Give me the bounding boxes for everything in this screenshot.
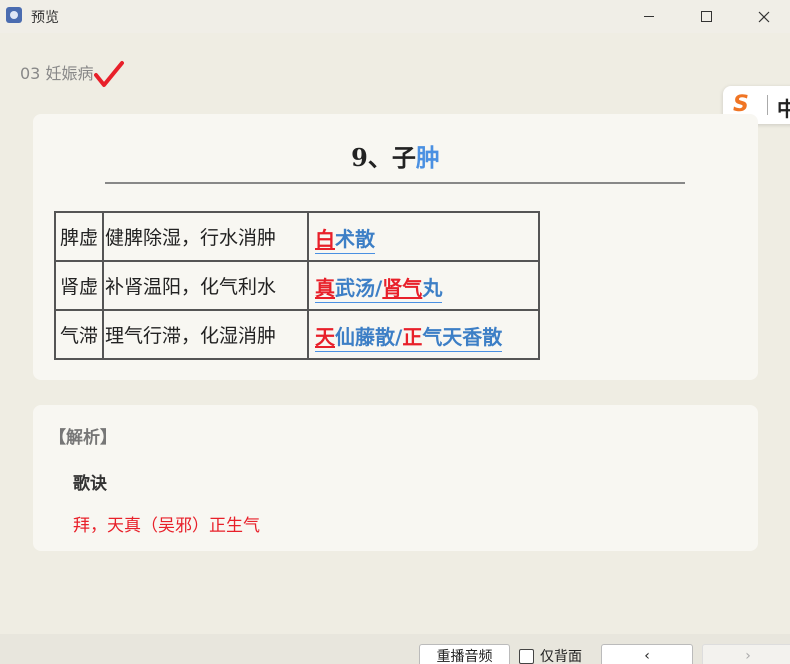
- app-icon: [6, 7, 22, 23]
- formula-segment: 丸: [422, 275, 443, 300]
- bottom-toolbar: 重播音频 仅背面 ‹ ›: [0, 634, 790, 664]
- formula-cell: 天仙藤散/正气天香散: [307, 309, 540, 360]
- chapter-label: 03 妊娠病: [20, 64, 94, 83]
- window-title: 预览: [31, 10, 59, 26]
- formula-text: 真武汤/肾气丸: [315, 272, 443, 303]
- close-button[interactable]: [741, 0, 787, 33]
- formula-segment: 武汤/: [335, 275, 383, 300]
- title-highlight: 肿: [415, 143, 440, 172]
- replay-audio-button[interactable]: 重播音频: [419, 644, 510, 664]
- syndrome-type-cell: 肾虚: [54, 260, 104, 311]
- treatment-method-cell: 补肾温阳，化气利水: [102, 260, 309, 311]
- syndrome-type-cell: 气滞: [54, 309, 104, 360]
- formula-segment: 白: [315, 226, 335, 251]
- card-title: 9、子肿: [33, 138, 758, 173]
- maximize-icon: [700, 11, 712, 22]
- treatment-method-cell: 健脾除湿，行水消肿: [102, 211, 309, 262]
- mnemonic-text: 拜，天真（吴邪）正生气: [73, 516, 260, 536]
- maximize-button[interactable]: [683, 0, 729, 33]
- minimize-button[interactable]: [626, 0, 672, 33]
- card-analysis: 【解析】 歌诀 拜，天真（吴邪）正生气: [33, 405, 758, 551]
- table-row: 脾虚 健脾除湿，行水消肿 白术散: [54, 211, 540, 262]
- title-divider: [105, 182, 685, 184]
- table-row: 肾虚 补肾温阳，化气利水 真武汤/肾气丸: [54, 260, 540, 311]
- title-prefix: 9、子: [351, 143, 416, 172]
- prev-button[interactable]: ‹: [601, 644, 693, 664]
- formula-cell: 真武汤/肾气丸: [307, 260, 540, 311]
- checkbox-icon[interactable]: [519, 648, 534, 664]
- back-only-checkbox[interactable]: 仅背面: [519, 646, 582, 664]
- analysis-heading: 【解析】: [49, 428, 117, 448]
- close-icon: [758, 11, 770, 22]
- formula-segment: 仙藤散/: [335, 324, 403, 349]
- formula-segment: 天: [315, 324, 335, 349]
- syndrome-type-cell: 脾虚: [54, 211, 104, 262]
- formula-cell: 白术散: [307, 211, 540, 262]
- mnemonic-heading: 歌诀: [73, 474, 107, 494]
- formula-segment: 真: [315, 275, 335, 300]
- title-bar: 预览: [0, 0, 790, 33]
- table-row: 气滞 理气行滞，化湿消肿 天仙藤散/正气天香散: [54, 309, 540, 360]
- ime-mode-toggle[interactable]: 中: [777, 93, 790, 122]
- minimize-icon: [644, 16, 654, 17]
- treatment-method-cell: 理气行滞，化湿消肿: [102, 309, 309, 360]
- next-button[interactable]: ›: [702, 644, 790, 664]
- ime-divider: [767, 95, 768, 115]
- formula-segment: 肾气: [382, 275, 423, 300]
- formula-segment: 正: [402, 324, 423, 349]
- formula-segment: 气天香散: [422, 324, 503, 349]
- back-only-label: 仅背面: [540, 649, 582, 664]
- formula-text: 白术散: [315, 223, 375, 254]
- formula-segment: 术散: [335, 226, 375, 251]
- card-front: 9、子肿 脾虚 健脾除湿，行水消肿 白术散 肾虚 补肾温阳，化气利水 真武汤/肾气丸 气滞理…: [33, 114, 758, 380]
- formula-text: 天仙藤散/正气天香散: [315, 321, 503, 352]
- check-mark-icon: [94, 61, 124, 87]
- syndrome-table: 脾虚 健脾除湿，行水消肿 白术散 肾虚 补肾温阳，化气利水 真武汤/肾气丸 气滞 理气行滞，化…: [54, 211, 540, 360]
